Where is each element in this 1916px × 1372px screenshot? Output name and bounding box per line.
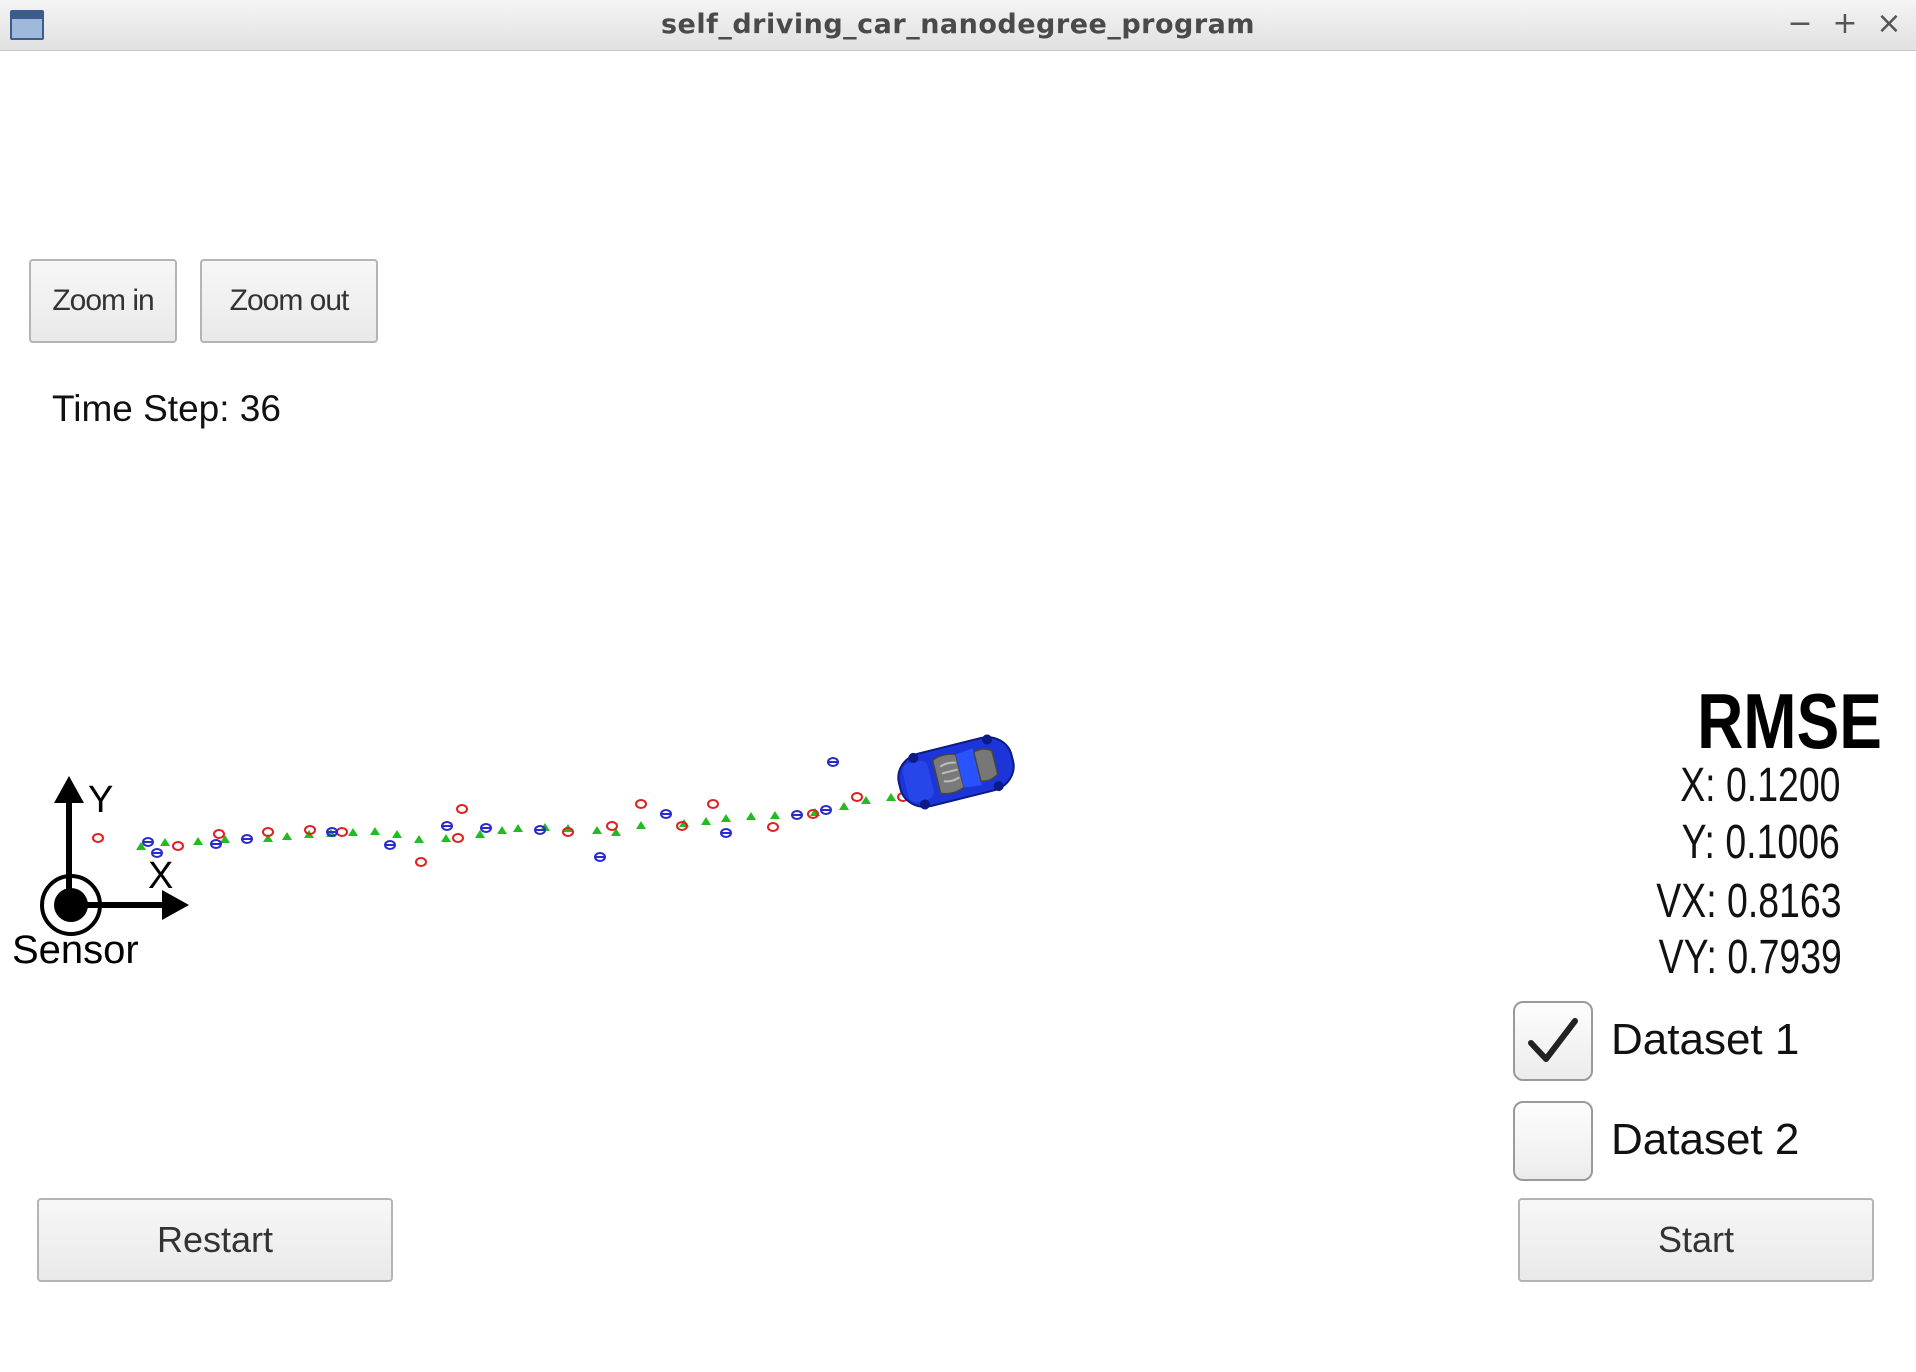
lidar-marker [415,857,427,867]
estimate-marker [282,832,292,840]
estimate-marker [701,817,711,825]
radar-marker [594,852,606,862]
sensor-label: Sensor [12,928,139,972]
check-icon [1528,1018,1578,1062]
simulator-window: self_driving_car_nanodegree_program − + … [0,0,1916,1372]
rmse-title: RMSE [1697,677,1882,765]
estimate-marker [513,824,523,832]
maximize-icon[interactable]: + [1829,6,1861,42]
estimate-marker [348,828,358,836]
dataset1-label[interactable]: Dataset 1 [1611,1015,1799,1065]
lidar-marker [456,804,468,814]
zoom-in-button[interactable]: Zoom in [29,259,177,343]
radar-marker [827,757,839,767]
lidar-marker [336,827,348,837]
lidar-marker [851,792,863,802]
radar-marker [441,821,453,831]
estimate-marker [886,793,896,801]
radar-marker [820,805,832,815]
start-button[interactable]: Start [1518,1198,1874,1282]
lidar-marker [92,833,104,843]
lidar-marker [767,822,779,832]
estimate-marker [441,834,451,842]
axis-y-label: Y [88,779,113,821]
lidar-marker [213,829,225,839]
restart-button[interactable]: Restart [37,1198,393,1282]
sensor-axes: Y X [40,776,189,936]
radar-marker [142,837,154,847]
rmse-vy-value: VY: 0.7939 [1658,931,1842,984]
lidar-marker [635,799,647,809]
estimate-marker [370,827,380,835]
estimate-marker [839,802,849,810]
minimize-icon[interactable]: − [1784,6,1816,42]
time-step-label: Time Step: 36 [52,388,281,429]
trajectory-markers [92,757,909,867]
close-icon[interactable]: × [1873,6,1905,42]
lidar-marker [172,841,184,851]
radar-markers [142,757,839,862]
dataset1-checkbox[interactable] [1513,1001,1593,1081]
estimate-marker [636,821,646,829]
radar-marker [720,828,732,838]
rmse-vx-value: VX: 0.8163 [1656,875,1842,928]
radar-marker [384,840,396,850]
car-icon [897,734,1015,810]
estimate-marker [392,830,402,838]
estimate-marker [414,835,424,843]
zoom-out-button[interactable]: Zoom out [200,259,378,343]
window-title: self_driving_car_nanodegree_program [660,9,1256,40]
radar-marker [241,834,253,844]
y-axis-arrow-icon [54,776,84,803]
lidar-marker [452,833,464,843]
dataset2-checkbox[interactable] [1513,1101,1593,1181]
simulation-canvas[interactable]: Y X [0,700,1100,1000]
lidar-marker [606,821,618,831]
estimate-marker [220,835,230,843]
title-bar: self_driving_car_nanodegree_program − + … [0,0,1916,51]
estimate-marker [721,814,731,822]
radar-marker [791,810,803,820]
lidar-marker [707,799,719,809]
estimate-marker [497,826,507,834]
radar-marker [210,839,222,849]
estimate-marker [746,812,756,820]
sensor-dot-icon [54,888,88,922]
estimate-marker [193,837,203,845]
estimate-marker [160,838,170,846]
rmse-x-value: X: 0.1200 [1679,759,1840,812]
rmse-y-value: Y: 0.1006 [1681,816,1840,869]
estimate-marker [770,811,780,819]
radar-marker [660,809,672,819]
radar-marker [534,825,546,835]
dataset2-label[interactable]: Dataset 2 [1611,1115,1799,1165]
axis-x-label: X [148,855,173,897]
estimate-marker [592,826,602,834]
radar-marker [480,823,492,833]
